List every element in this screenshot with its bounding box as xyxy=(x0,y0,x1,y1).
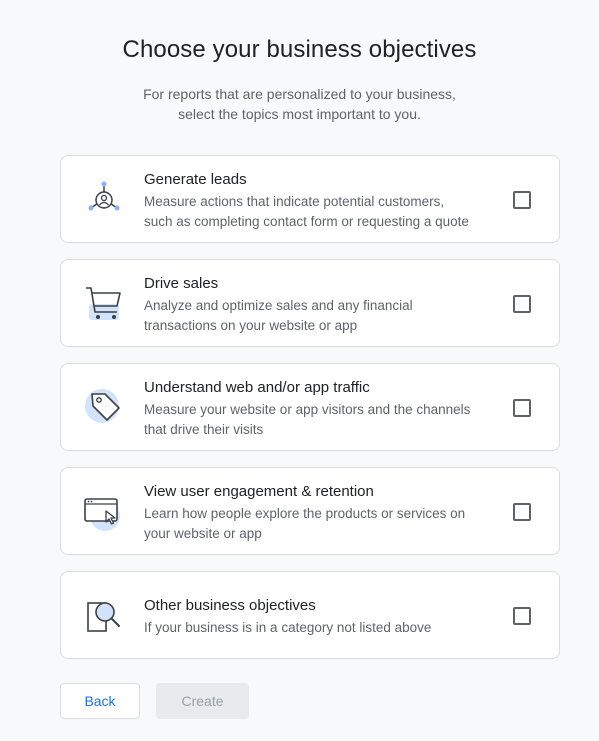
leads-icon xyxy=(83,178,125,220)
subtitle-line-1: For reports that are personalized to you… xyxy=(143,86,456,102)
objectives-list: Generate leads Measure actions that indi… xyxy=(60,155,560,675)
back-button[interactable]: Back xyxy=(60,683,140,719)
objective-text: Generate leads Measure actions that indi… xyxy=(144,171,504,232)
objective-card-drive-sales[interactable]: Drive sales Analyze and optimize sales a… xyxy=(60,259,560,347)
objective-description-line-2: such as completing contact form or reque… xyxy=(144,214,469,229)
objective-text: Understand web and/or app traffic Measur… xyxy=(144,379,504,440)
objective-card-other[interactable]: Other business objectives If your busine… xyxy=(60,571,560,659)
objective-description-line-1: If your business is in a category not li… xyxy=(144,620,432,635)
objective-card-web-app-traffic[interactable]: Understand web and/or app traffic Measur… xyxy=(60,363,560,451)
tag-icon xyxy=(83,386,125,428)
shopping-cart-icon xyxy=(83,282,125,324)
subtitle-line-2: select the topics most important to you. xyxy=(178,106,421,122)
drive-sales-checkbox[interactable] xyxy=(513,295,531,313)
objective-description: Measure actions that indicate potential … xyxy=(144,192,504,232)
objective-description-line-2: transactions on your website or app xyxy=(144,318,358,333)
generate-leads-checkbox[interactable] xyxy=(513,191,531,209)
web-app-traffic-checkbox[interactable] xyxy=(513,399,531,417)
browser-cursor-icon xyxy=(83,490,125,532)
page-subtitle: For reports that are personalized to you… xyxy=(0,84,599,124)
objective-description: Measure your website or app visitors and… xyxy=(144,400,504,440)
objective-title: View user engagement & retention xyxy=(144,483,374,500)
objective-text: Drive sales Analyze and optimize sales a… xyxy=(144,275,504,336)
objective-card-generate-leads[interactable]: Generate leads Measure actions that indi… xyxy=(60,155,560,243)
user-engagement-checkbox[interactable] xyxy=(513,503,531,521)
objectives-page: Choose your business objectives For repo… xyxy=(0,0,599,741)
create-button[interactable]: Create xyxy=(156,683,249,719)
objective-description-line-2: that drive their visits xyxy=(144,422,264,437)
objective-title: Understand web and/or app traffic xyxy=(144,379,370,396)
objective-text: View user engagement & retention Learn h… xyxy=(144,483,504,544)
objective-description-line-1: Measure actions that indicate potential … xyxy=(144,194,445,209)
page-title: Choose your business objectives xyxy=(122,36,477,63)
objective-description: If your business is in a category not li… xyxy=(144,618,504,638)
other-objectives-checkbox[interactable] xyxy=(513,607,531,625)
objective-description-line-1: Analyze and optimize sales and any finan… xyxy=(144,298,413,313)
objective-description-line-2: your website or app xyxy=(144,526,262,541)
objective-description-line-1: Learn how people explore the products or… xyxy=(144,506,466,521)
objective-title: Generate leads xyxy=(144,171,247,188)
objective-description: Learn how people explore the products or… xyxy=(144,504,504,544)
objective-title: Other business objectives xyxy=(144,597,316,614)
magnifier-icon xyxy=(83,594,125,636)
objective-description-line-1: Measure your website or app visitors and… xyxy=(144,402,471,417)
objective-text: Other business objectives If your busine… xyxy=(144,597,504,638)
objective-description: Analyze and optimize sales and any finan… xyxy=(144,296,504,336)
objective-title: Drive sales xyxy=(144,275,219,292)
objective-card-user-engagement[interactable]: View user engagement & retention Learn h… xyxy=(60,467,560,555)
